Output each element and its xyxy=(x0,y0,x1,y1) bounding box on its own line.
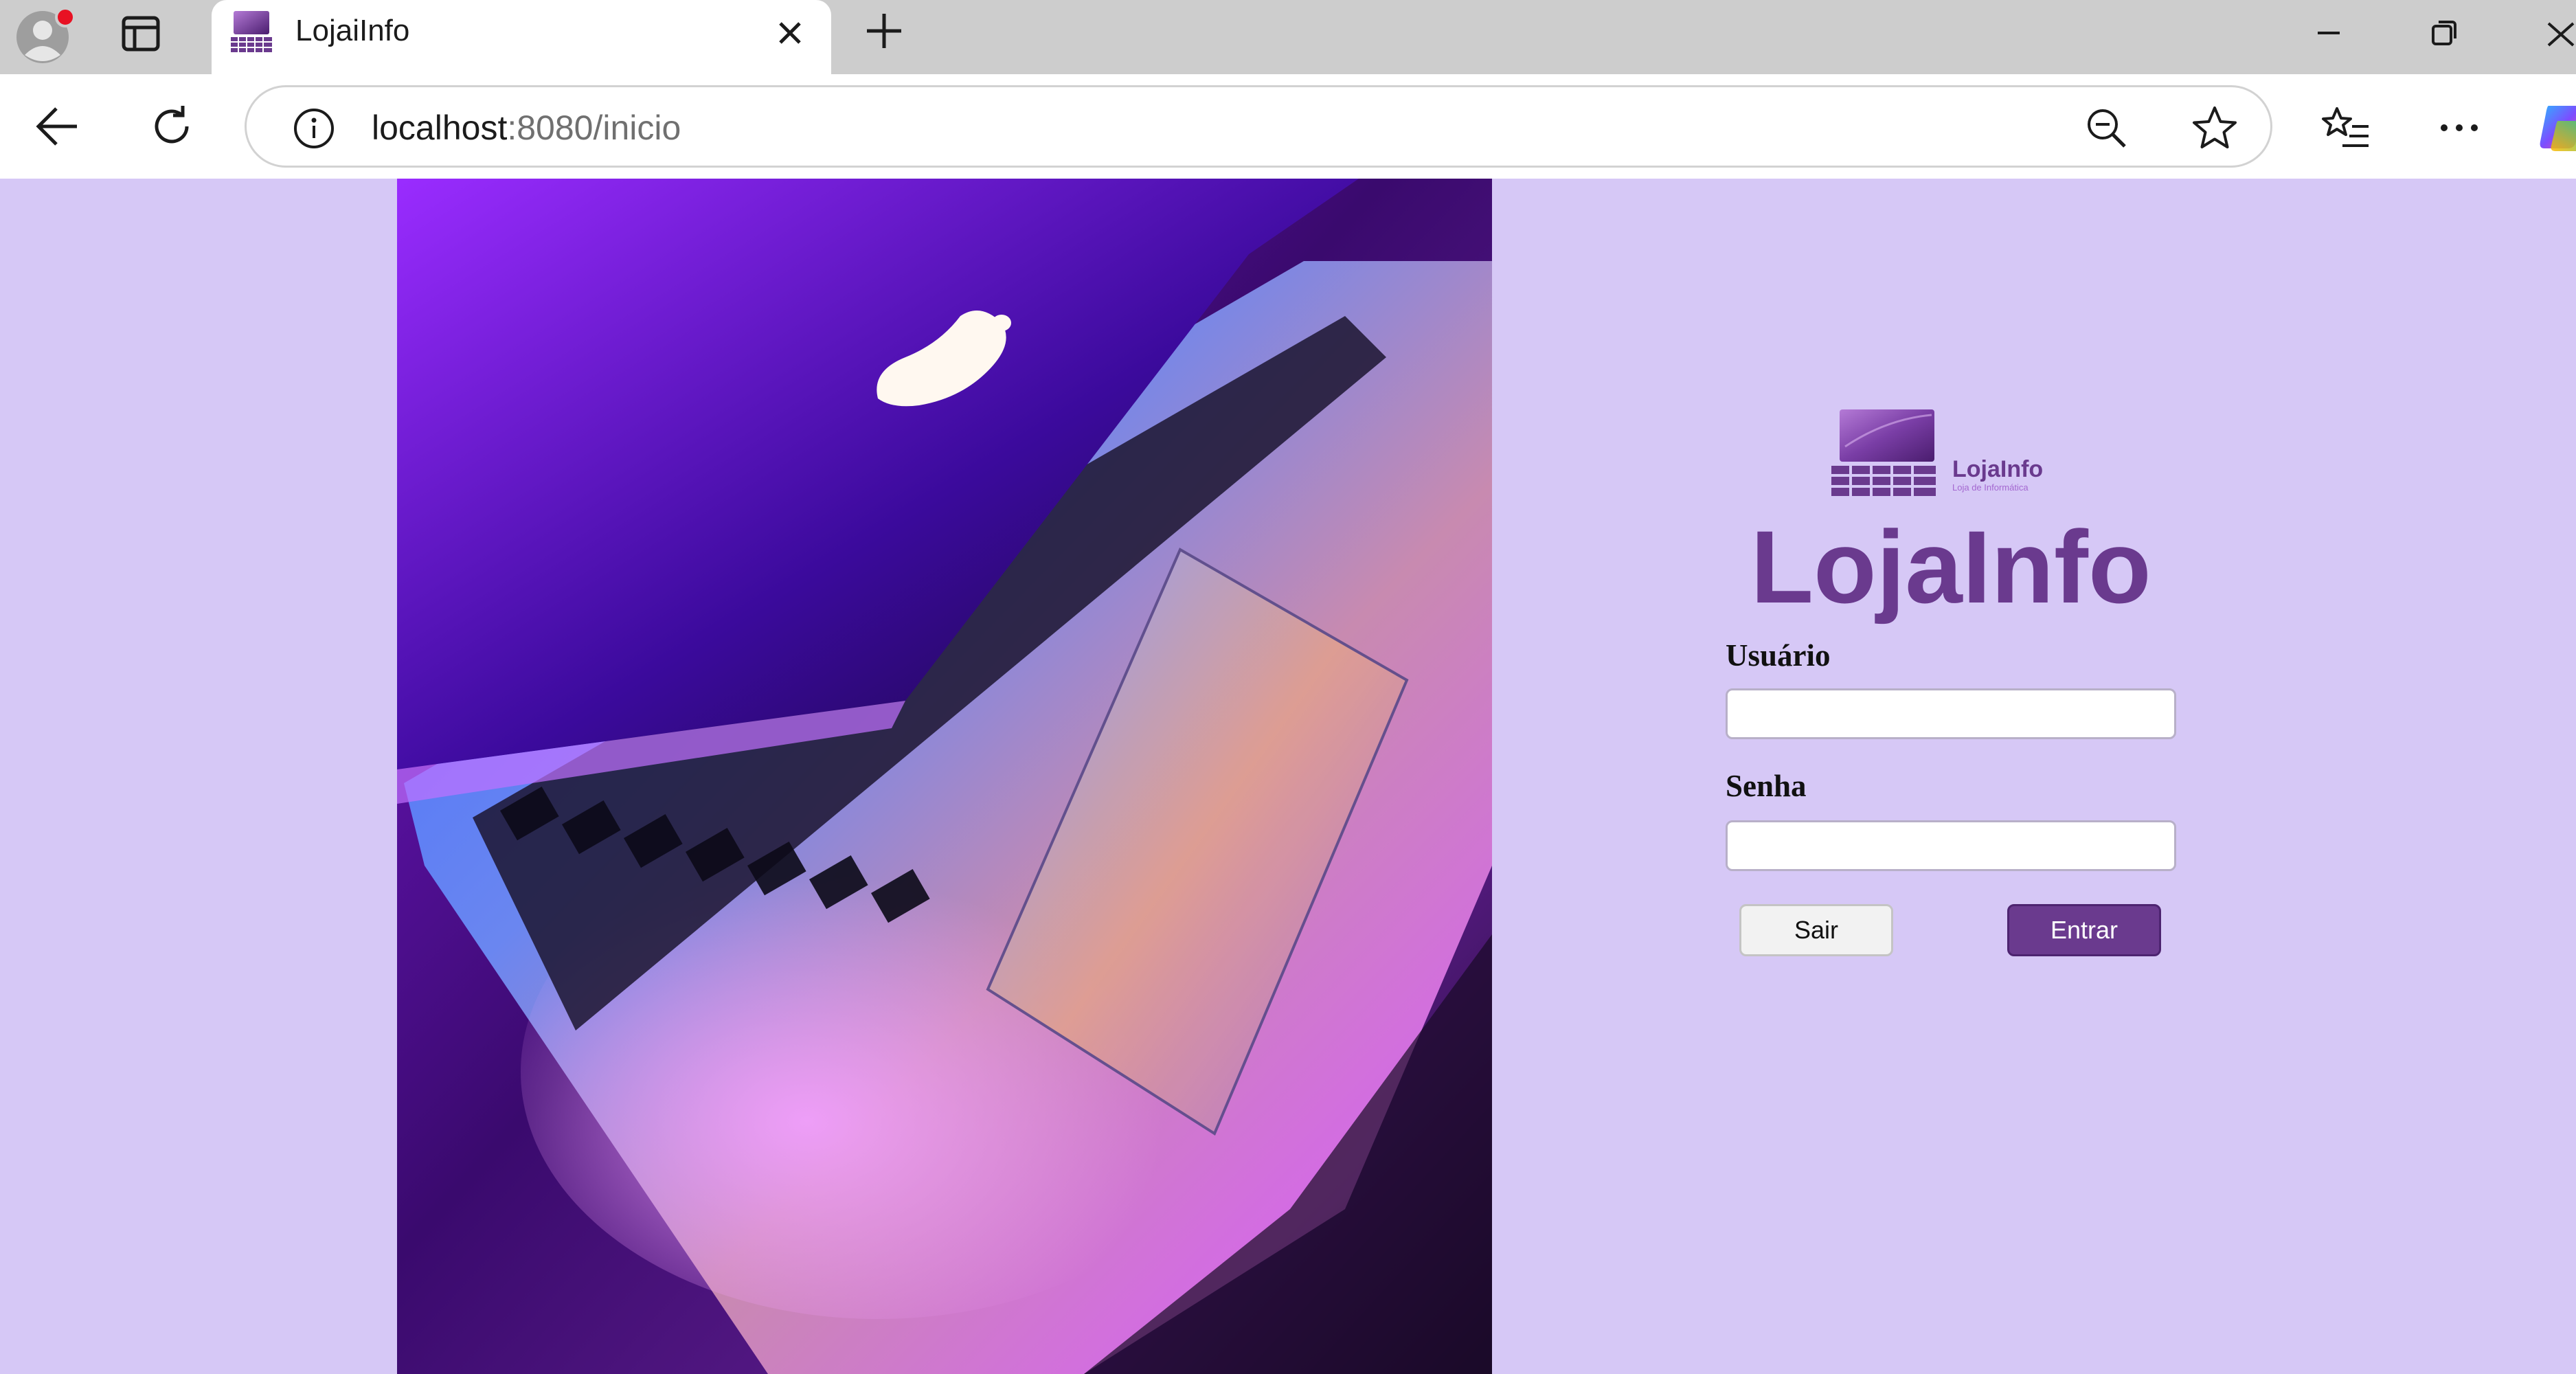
browser-toolbar: localhost:8080/inicio xyxy=(0,74,2576,179)
zoom-out-icon[interactable] xyxy=(2083,105,2129,150)
url-host: localhost xyxy=(372,109,508,147)
url-path: :8080/inicio xyxy=(507,109,681,147)
plus-icon[interactable] xyxy=(861,8,907,54)
lojainfo-favicon-icon xyxy=(229,10,273,54)
logo-text: LojaInfo xyxy=(1952,456,2043,482)
login-panel: LojaInfo Loja de Informática LojaInfo Us… xyxy=(1717,405,2184,1024)
favorites-list-icon[interactable] xyxy=(2322,103,2371,153)
info-icon[interactable] xyxy=(292,106,336,150)
address-bar[interactable]: localhost:8080/inicio xyxy=(245,85,2272,168)
browser-tab-bar: LojaiInfo xyxy=(0,0,2576,74)
copilot-icon[interactable] xyxy=(2538,100,2576,155)
laptop-hero-image xyxy=(397,179,1492,1374)
arrow-left-icon[interactable] xyxy=(33,102,82,151)
tab-title: LojaiInfo xyxy=(295,14,410,47)
star-icon[interactable] xyxy=(2191,104,2239,152)
enter-button[interactable]: Entrar xyxy=(2007,904,2161,956)
profile-avatar-icon[interactable] xyxy=(15,7,76,65)
close-icon[interactable] xyxy=(771,14,809,52)
exit-button[interactable]: Sair xyxy=(1739,904,1893,956)
username-label: Usuário xyxy=(1726,638,1831,673)
restore-icon[interactable] xyxy=(2424,12,2465,54)
url-text: localhost:8080/inicio xyxy=(372,108,681,148)
browser-tab[interactable]: LojaiInfo xyxy=(212,0,831,74)
page-viewport: LojaInfo Loja de Informática LojaInfo Us… xyxy=(0,179,2576,1374)
username-input[interactable] xyxy=(1726,688,2176,739)
minimize-icon[interactable] xyxy=(2308,12,2349,54)
more-icon[interactable] xyxy=(2434,103,2484,153)
page-title: LojaInfo xyxy=(1750,509,2151,624)
window-close-icon[interactable] xyxy=(2539,12,2576,54)
notification-badge xyxy=(55,7,76,27)
reload-icon[interactable] xyxy=(147,102,196,151)
lojainfo-logo: LojaInfo Loja de Informática xyxy=(1831,405,2065,502)
tab-actions-icon[interactable] xyxy=(117,10,165,58)
logo-subtext: Loja de Informática xyxy=(1952,482,2029,493)
password-label: Senha xyxy=(1726,769,1807,803)
password-input[interactable] xyxy=(1726,820,2176,871)
